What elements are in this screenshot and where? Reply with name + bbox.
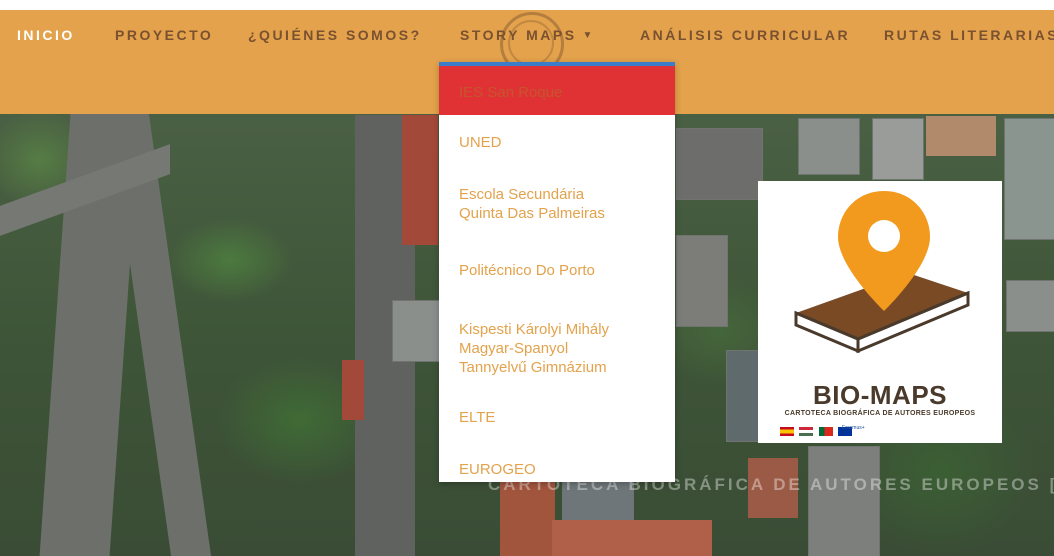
map-building — [926, 116, 996, 156]
map-building — [808, 446, 880, 556]
nav-item-story-maps[interactable]: STORY MAPS ▼ — [460, 27, 595, 43]
logo-graphic — [794, 191, 970, 354]
logo-subtitle: CARTOTECA BIOGRÁFICA DE AUTORES EUROPEOS — [784, 410, 976, 417]
dropdown-item-kispesti-karolyi[interactable]: Kispesti Károlyi Mihály Magyar-Spanyol T… — [439, 307, 659, 408]
map-building — [392, 300, 440, 362]
map-building — [1006, 280, 1054, 332]
nav-item-proyecto[interactable]: PROYECTO — [115, 27, 213, 43]
spain-flag-icon — [780, 427, 794, 436]
map-building — [1004, 118, 1054, 240]
story-maps-dropdown: IES San Roque UNED Escola Secundária Qui… — [439, 62, 675, 482]
map-building — [342, 360, 364, 420]
hungary-flag-icon — [799, 427, 814, 436]
bio-maps-logo: BIO-MAPS CARTOTECA BIOGRÁFICA DE AUTORES… — [758, 181, 1002, 443]
map-building — [552, 520, 712, 556]
map-building — [676, 235, 728, 327]
map-building — [872, 118, 924, 180]
nav-item-rutas-literarias[interactable]: RUTAS LITERARIAS — [884, 27, 1054, 43]
dropdown-item-politecnico-do-porto[interactable]: Politécnico Do Porto — [439, 255, 675, 307]
nav-item-quienes-somos[interactable]: ¿QUIÉNES SOMOS? — [248, 27, 422, 43]
nav-item-inicio[interactable]: INICIO — [17, 27, 75, 43]
map-building — [676, 128, 763, 200]
dropdown-item-eurogeo[interactable]: EUROGEO — [439, 460, 675, 500]
chevron-down-icon: ▼ — [582, 30, 595, 41]
map-building — [726, 350, 760, 442]
dropdown-item-ies-san-roque[interactable]: IES San Roque — [439, 66, 675, 115]
map-building — [402, 115, 438, 245]
dropdown-item-uned[interactable]: UNED — [439, 115, 675, 167]
logo-title: BIO-MAPS — [813, 380, 947, 410]
map-building — [798, 118, 860, 175]
dropdown-item-elte[interactable]: ELTE — [439, 408, 675, 460]
portugal-flag-icon — [818, 427, 833, 436]
erasmus-badge: Erasmus+ — [842, 425, 865, 431]
dropdown-item-quinta-das-palmeiras[interactable]: Escola Secundária Quinta Das Palmeiras — [439, 167, 639, 255]
nav-item-story-maps-label: STORY MAPS — [460, 27, 577, 43]
navbar-top-strip — [0, 0, 1054, 10]
nav-item-analisis-curricular[interactable]: ANÁLISIS CURRICULAR — [640, 27, 850, 43]
